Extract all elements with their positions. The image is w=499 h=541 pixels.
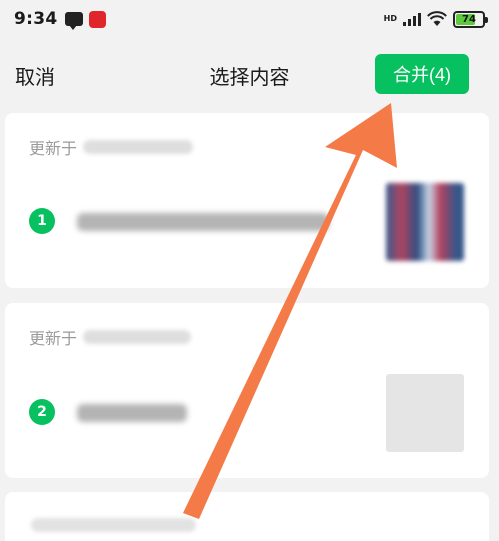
thumbnail-placeholder (386, 374, 464, 452)
screen: 9:34 HD 74 取消 选择内容 合并(4) 更新于 1 更新于 2 (0, 0, 499, 541)
status-time: 9:34 (14, 9, 58, 29)
list-item[interactable]: 更新于 1 (5, 113, 489, 288)
header: 取消 选择内容 合并(4) (0, 44, 499, 106)
merge-button[interactable]: 合并(4) (375, 54, 469, 94)
index-badge: 1 (29, 208, 55, 234)
wifi-icon (427, 11, 447, 26)
thumbnail-image (386, 183, 464, 261)
list-item[interactable] (5, 492, 489, 541)
signal-icon (403, 12, 421, 26)
blurred-timestamp (31, 518, 196, 532)
status-right: HD 74 (383, 10, 488, 28)
network-label: HD (383, 14, 397, 23)
index-badge: 2 (29, 399, 55, 425)
updated-label: 更新于 (29, 135, 194, 159)
app-icon (89, 10, 107, 28)
battery-level: 74 (462, 13, 476, 25)
updated-label: 更新于 (29, 325, 192, 349)
blurred-timestamp (83, 140, 194, 154)
blurred-title (77, 213, 329, 231)
blurred-timestamp (83, 330, 192, 344)
status-bar: 9:34 HD 74 (0, 0, 499, 38)
list-item[interactable]: 更新于 2 (5, 303, 489, 478)
blurred-title (77, 404, 187, 422)
message-icon (65, 12, 84, 30)
updated-prefix: 更新于 (29, 329, 78, 348)
updated-prefix: 更新于 (29, 139, 78, 158)
battery-icon: 74 (453, 10, 488, 28)
